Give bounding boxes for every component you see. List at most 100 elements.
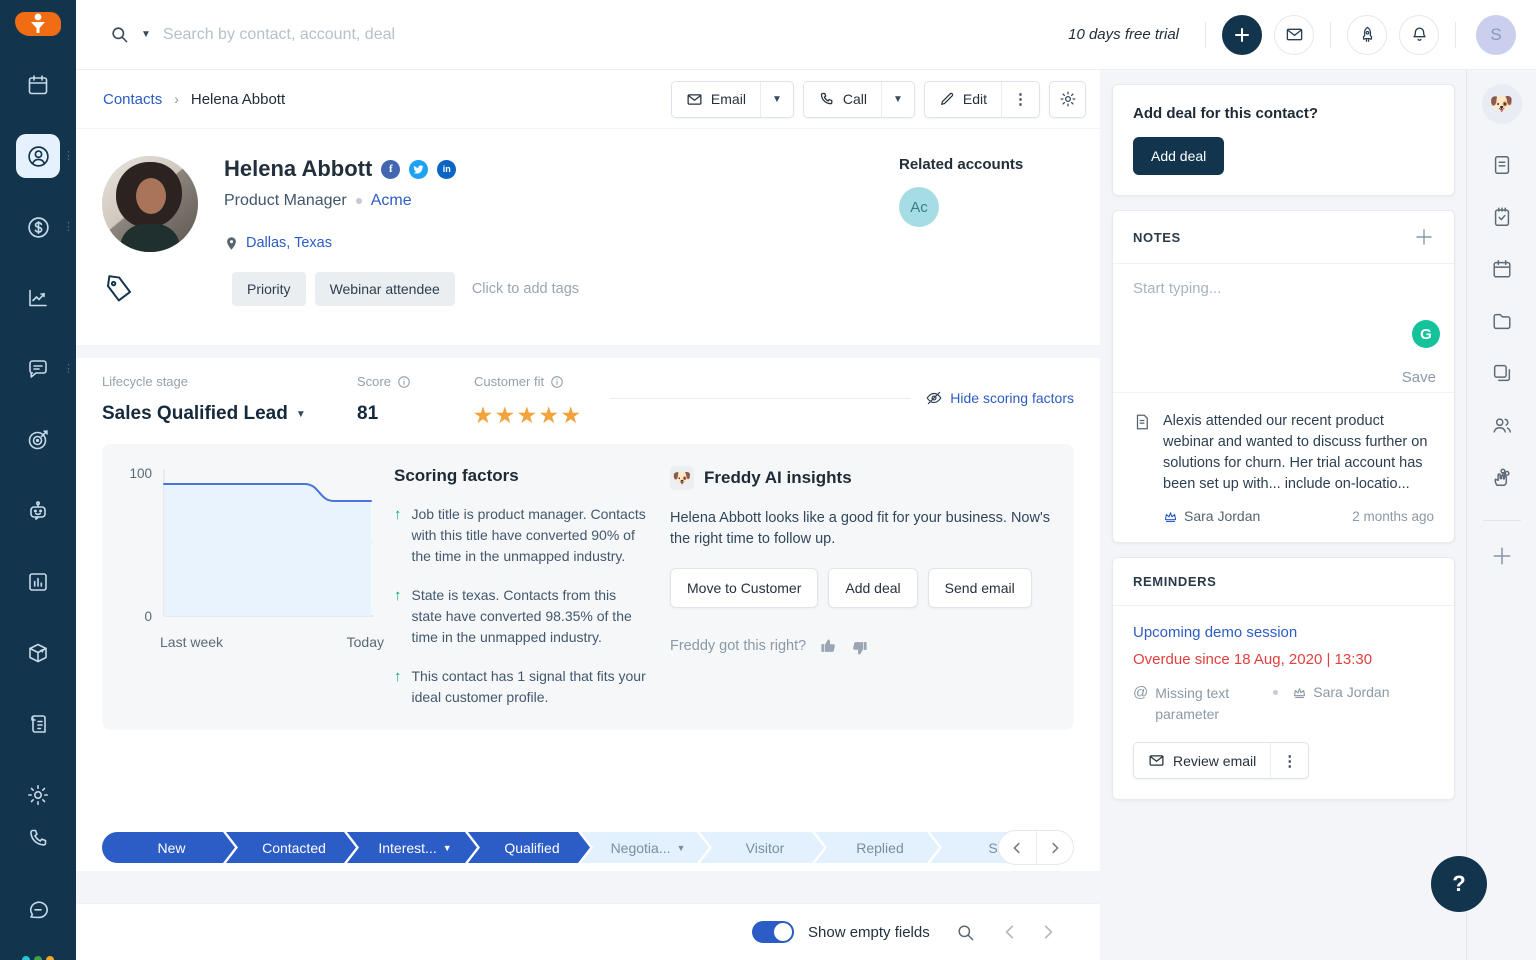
- reminder-more-button[interactable]: ⋮: [1270, 743, 1309, 779]
- search-icon[interactable]: [110, 25, 129, 44]
- trial-status: 10 days free trial: [1068, 26, 1179, 43]
- hide-scoring-factors-link[interactable]: Hide scoring factors: [925, 389, 1074, 407]
- note-save-button[interactable]: Save: [1402, 369, 1436, 386]
- facebook-icon[interactable]: f: [381, 159, 401, 179]
- more-actions-button[interactable]: ⋮: [1001, 81, 1039, 117]
- add-tags-field[interactable]: Click to add tags: [472, 281, 579, 297]
- add-note-button[interactable]: [1414, 227, 1434, 247]
- pipeline-stage-negotiation[interactable]: Negotia... ▼: [581, 832, 709, 863]
- pipeline-stage-replied[interactable]: Replied: [815, 832, 939, 863]
- chat-kebab-icon[interactable]: ⋮: [63, 364, 74, 375]
- call-button[interactable]: Call: [803, 81, 881, 117]
- add-widget-button[interactable]: [1491, 545, 1513, 567]
- related-account-avatar[interactable]: Ac: [899, 187, 939, 227]
- email-button[interactable]: Email: [671, 81, 760, 117]
- pipeline-prev-button[interactable]: [999, 831, 1036, 864]
- page-settings-button[interactable]: [1049, 80, 1086, 118]
- pipeline-stage-visitor[interactable]: Visitor: [700, 832, 824, 863]
- plus-icon: [1493, 547, 1510, 565]
- lifecycle-stage-dropdown[interactable]: Sales Qualified Lead ▼: [102, 403, 357, 425]
- bottom-toolbar: Show empty fields: [76, 903, 1100, 960]
- search-input[interactable]: [162, 25, 583, 44]
- sidebar-item-settings[interactable]: [0, 773, 76, 817]
- thumbs-up-icon[interactable]: [820, 637, 837, 654]
- main-content: Contacts › Helena Abbott Email ▼ Call ▼ …: [76, 70, 1100, 960]
- add-deal-button[interactable]: Add deal: [1133, 137, 1225, 175]
- pipeline-stage-qualified[interactable]: Qualified: [468, 832, 590, 863]
- freshworks-logo[interactable]: [15, 12, 61, 36]
- note-input[interactable]: [1133, 280, 1434, 326]
- notifications-button[interactable]: [1399, 14, 1439, 55]
- move-to-customer-button[interactable]: Move to Customer: [670, 568, 819, 609]
- pipeline-next-button[interactable]: [1035, 831, 1074, 864]
- pipeline-stage-new[interactable]: New: [102, 832, 235, 863]
- note-list-item[interactable]: Alexis attended our recent product webin…: [1113, 392, 1454, 542]
- search-scope-caret-icon[interactable]: ▼: [141, 29, 151, 40]
- sidebar-item-helpdesk-chat[interactable]: [0, 888, 76, 932]
- sidebar-item-documents[interactable]: [0, 702, 76, 746]
- pipeline-stage-contacted[interactable]: Contacted: [226, 832, 356, 863]
- tasks-widget-button[interactable]: [1491, 206, 1513, 228]
- sidebar-item-contacts[interactable]: ⋮: [0, 134, 76, 178]
- contact-photo[interactable]: [102, 156, 198, 252]
- show-empty-fields-toggle[interactable]: [752, 921, 794, 943]
- field-search-button[interactable]: [956, 923, 975, 942]
- tag-chip[interactable]: Webinar attendee: [314, 272, 455, 306]
- sidebar-item-calendar[interactable]: [0, 63, 76, 107]
- email-inbox-button[interactable]: [1274, 14, 1314, 55]
- deals-kebab-icon[interactable]: ⋮: [63, 222, 74, 233]
- thumbs-down-icon[interactable]: [851, 640, 868, 657]
- send-email-suggestion-button[interactable]: Send email: [927, 568, 1032, 609]
- grammarly-icon[interactable]: G: [1412, 320, 1440, 348]
- user-avatar[interactable]: S: [1476, 14, 1516, 55]
- account-link[interactable]: Acme: [371, 192, 412, 210]
- tag-icon[interactable]: [102, 272, 136, 306]
- linkedin-icon[interactable]: in: [437, 159, 457, 179]
- gear-icon: [1059, 91, 1076, 107]
- fields-next-button[interactable]: [1039, 923, 1057, 941]
- sidebar-item-marketing[interactable]: [0, 418, 76, 462]
- quick-add-button[interactable]: [1222, 14, 1262, 55]
- sidebar-item-products[interactable]: [0, 631, 76, 675]
- tag-chip[interactable]: Priority: [232, 272, 306, 306]
- info-icon[interactable]: [550, 375, 564, 389]
- freddy-dock-avatar[interactable]: 🐶: [1481, 84, 1522, 124]
- reminder-title-link[interactable]: Upcoming demo session: [1133, 624, 1434, 641]
- contact-location-link[interactable]: Dallas, Texas: [246, 235, 332, 251]
- notes-widget-button[interactable]: [1491, 154, 1513, 176]
- sidebar-item-reports[interactable]: [0, 560, 76, 604]
- edit-button[interactable]: Edit: [924, 81, 1001, 117]
- freddy-skills-widget-button[interactable]: [1491, 466, 1513, 488]
- files-widget-button[interactable]: [1491, 310, 1513, 332]
- sidebar-item-conversations[interactable]: ⋮: [0, 347, 76, 391]
- sidebar-item-bots[interactable]: [0, 489, 76, 533]
- pipeline-stage-interested[interactable]: Interest... ▼: [347, 832, 477, 863]
- app-switcher-icon[interactable]: [22, 956, 54, 960]
- help-button[interactable]: ?: [1431, 856, 1487, 912]
- sidebar-item-analytics[interactable]: [0, 276, 76, 320]
- bot-icon: [30, 501, 46, 520]
- contacts-kebab-icon[interactable]: ⋮: [63, 151, 74, 162]
- appointments-widget-button[interactable]: [1491, 258, 1513, 280]
- whats-new-button[interactable]: [1347, 14, 1387, 55]
- sidebar-item-deals[interactable]: ⋮: [0, 205, 76, 249]
- review-email-group: Review email ⋮: [1133, 742, 1310, 780]
- contacts-widget-button[interactable]: [1491, 414, 1513, 436]
- fields-prev-button[interactable]: [1001, 923, 1019, 941]
- arrow-up-icon: ↑: [394, 587, 402, 604]
- duplicates-widget-button[interactable]: [1491, 362, 1513, 384]
- dot-separator: [1273, 690, 1279, 696]
- email-dropdown-button[interactable]: ▼: [759, 81, 793, 117]
- add-deal-suggestion-button[interactable]: Add deal: [828, 568, 918, 609]
- call-dropdown-button[interactable]: ▼: [880, 81, 914, 117]
- review-email-button[interactable]: Review email: [1134, 743, 1271, 779]
- contact-name: Helena Abbott: [224, 156, 373, 181]
- missing-parameter-icon: @: [1133, 684, 1149, 702]
- customer-fit-stars: ★★★★★: [474, 405, 584, 427]
- breadcrumb-contacts-link[interactable]: Contacts: [103, 91, 162, 108]
- sidebar-item-phone[interactable]: [0, 817, 76, 861]
- info-icon[interactable]: [397, 375, 411, 389]
- twitter-icon[interactable]: [409, 159, 429, 179]
- users-icon: [1492, 418, 1511, 433]
